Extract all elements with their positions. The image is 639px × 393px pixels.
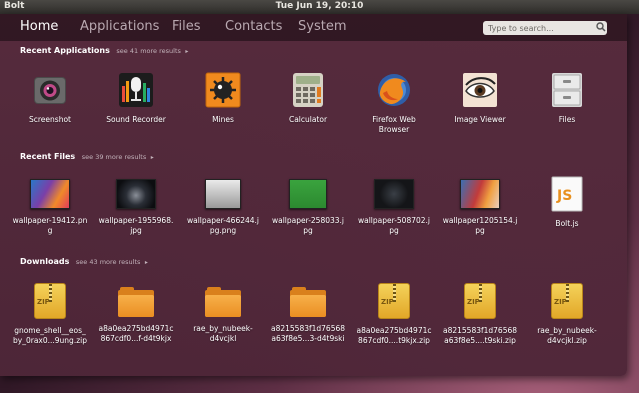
file-tile-wallpaper-19412[interactable]: wallpaper-19412.pn g <box>8 176 92 235</box>
folder-icon <box>290 287 326 317</box>
calculator-icon <box>290 72 326 108</box>
download-tile-t9kjx-zip[interactable]: ZIP a8a0ea275bd4971c 867cdf0....t9kjx.zi… <box>352 283 436 345</box>
file-tile-wallpaper1205154[interactable]: wallpaper1205154.j pg <box>438 176 522 235</box>
thumbnail <box>289 179 327 209</box>
file-label: wallpaper-19412.pn g <box>12 216 88 235</box>
download-tile-folder-d4t9kjx[interactable]: a8a0ea275bd4971c 867cdf0...f-d4t9kjx <box>94 283 178 343</box>
app-tile-image-viewer[interactable]: Image Viewer <box>438 72 522 125</box>
zip-icon: ZIP <box>551 283 583 319</box>
section-header-downloads: Downloads see 43 more results ▸ <box>20 257 148 266</box>
download-tile-folder-d4t9ski[interactable]: a8215583f1d76568 a63f8e5...3-d4t9ski <box>266 283 350 343</box>
tab-contacts[interactable]: Contacts <box>225 19 282 34</box>
dash-nav-bar: Home Applications Files Contacts System <box>0 14 627 41</box>
file-tile-bolt-js[interactable]: JS Bolt.js <box>525 176 609 229</box>
app-tile-files[interactable]: Files <box>525 72 609 125</box>
file-label: Bolt.js <box>555 219 579 228</box>
file-label: wallpaper-508702.j pg <box>357 216 431 235</box>
chevron-right-icon: ▸ <box>150 154 154 161</box>
app-tile-screenshot[interactable]: Screenshot <box>8 72 92 125</box>
file-tile-wallpaper-258033[interactable]: wallpaper-258033.j pg <box>266 176 350 235</box>
tab-files[interactable]: Files <box>172 19 201 34</box>
download-label: rae_by_nubeek- d4vcjkl.zip <box>537 326 597 345</box>
thumbnail <box>460 179 500 209</box>
app-label-files: Files <box>558 115 576 124</box>
see-more-applications-link[interactable]: see 41 more results <box>116 47 180 55</box>
app-label-firefox: Firefox Web Browser <box>372 115 416 134</box>
firefox-icon <box>376 72 412 108</box>
thumbnail <box>116 179 156 209</box>
download-tile-t9ski-zip[interactable]: ZIP a8215583f1d76568 a63f8e5....t9ski.zi… <box>438 283 522 345</box>
tab-home[interactable]: Home <box>20 19 58 34</box>
download-label: a8a0ea275bd4971c 867cdf0...f-d4t9kjx <box>98 324 174 343</box>
download-tile-folder-rae[interactable]: rae_by_nubeek- d4vcjkl <box>181 283 265 343</box>
app-label-image-viewer: Image Viewer <box>454 115 506 124</box>
thumbnail <box>30 179 70 209</box>
file-tile-wallpaper-1955968[interactable]: wallpaper-1955968. jpg <box>94 176 178 235</box>
svg-text:JS: JS <box>556 188 572 204</box>
file-tile-wallpaper-466244[interactable]: wallpaper-466244.j pg.png <box>181 176 265 235</box>
file-tile-wallpaper-508702[interactable]: wallpaper-508702.j pg <box>352 176 436 235</box>
download-tile-gnome-shell-zip[interactable]: ZIP gnome_shell__eos_ by_0rax0...9ung.zi… <box>8 283 92 345</box>
dash-overlay: Home Applications Files Contacts System … <box>0 14 627 376</box>
top-panel-clock[interactable]: Tue Jun 19, 20:10 <box>0 1 639 11</box>
search-icon[interactable] <box>596 22 606 32</box>
download-label: rae_by_nubeek- d4vcjkl <box>193 324 253 343</box>
files-cabinet-icon <box>549 72 585 108</box>
app-tile-sound-recorder[interactable]: Sound Recorder <box>94 72 178 125</box>
mines-icon <box>205 72 241 108</box>
section-header-applications: Recent Applications see 41 more results … <box>20 46 188 55</box>
tab-applications[interactable]: Applications <box>80 19 159 34</box>
file-label: wallpaper1205154.j pg <box>442 216 518 235</box>
thumbnail <box>374 179 414 209</box>
zip-icon: ZIP <box>464 283 496 319</box>
download-label: a8215583f1d76568 a63f8e5....t9ski.zip <box>442 326 518 345</box>
file-label: wallpaper-1955968. jpg <box>98 216 174 235</box>
download-label: a8a0ea275bd4971c 867cdf0....t9kjx.zip <box>356 326 432 345</box>
chevron-right-icon: ▸ <box>185 48 189 55</box>
camera-icon <box>32 72 68 108</box>
download-label: gnome_shell__eos_ by_0rax0...9ung.zip <box>13 326 87 345</box>
section-title-files: Recent Files <box>20 152 76 161</box>
folder-icon <box>118 287 154 317</box>
thumbnail <box>205 179 241 209</box>
app-label-sound-recorder: Sound Recorder <box>106 115 166 124</box>
zip-icon: ZIP <box>34 283 66 319</box>
app-label-calculator: Calculator <box>288 115 328 124</box>
section-title-applications: Recent Applications <box>20 46 110 55</box>
app-tile-mines[interactable]: Mines <box>181 72 265 125</box>
app-tile-firefox[interactable]: Firefox Web Browser <box>352 72 436 134</box>
app-label-mines: Mines <box>212 115 234 124</box>
app-label-screenshot: Screenshot <box>29 115 71 124</box>
chevron-right-icon: ▸ <box>144 259 148 266</box>
download-tile-rae-zip[interactable]: ZIP rae_by_nubeek- d4vcjkl.zip <box>525 283 609 345</box>
search-input[interactable] <box>483 21 607 35</box>
tab-system[interactable]: System <box>298 19 346 34</box>
file-label: wallpaper-466244.j pg.png <box>186 216 260 235</box>
see-more-downloads-link[interactable]: see 43 more results <box>76 258 140 266</box>
zip-icon: ZIP <box>378 283 410 319</box>
section-title-downloads: Downloads <box>20 257 70 266</box>
top-panel: Bolt Tue Jun 19, 20:10 <box>0 0 639 14</box>
image-viewer-icon <box>462 72 498 108</box>
file-label: wallpaper-258033.j pg <box>271 216 345 235</box>
download-label: a8215583f1d76568 a63f8e5...3-d4t9ski <box>270 324 346 343</box>
app-tile-calculator[interactable]: Calculator <box>266 72 350 125</box>
section-header-files: Recent Files see 39 more results ▸ <box>20 152 154 161</box>
folder-icon <box>205 287 241 317</box>
js-file-icon: JS <box>549 176 585 212</box>
sound-recorder-icon <box>118 72 154 108</box>
see-more-files-link[interactable]: see 39 more results <box>82 153 146 161</box>
